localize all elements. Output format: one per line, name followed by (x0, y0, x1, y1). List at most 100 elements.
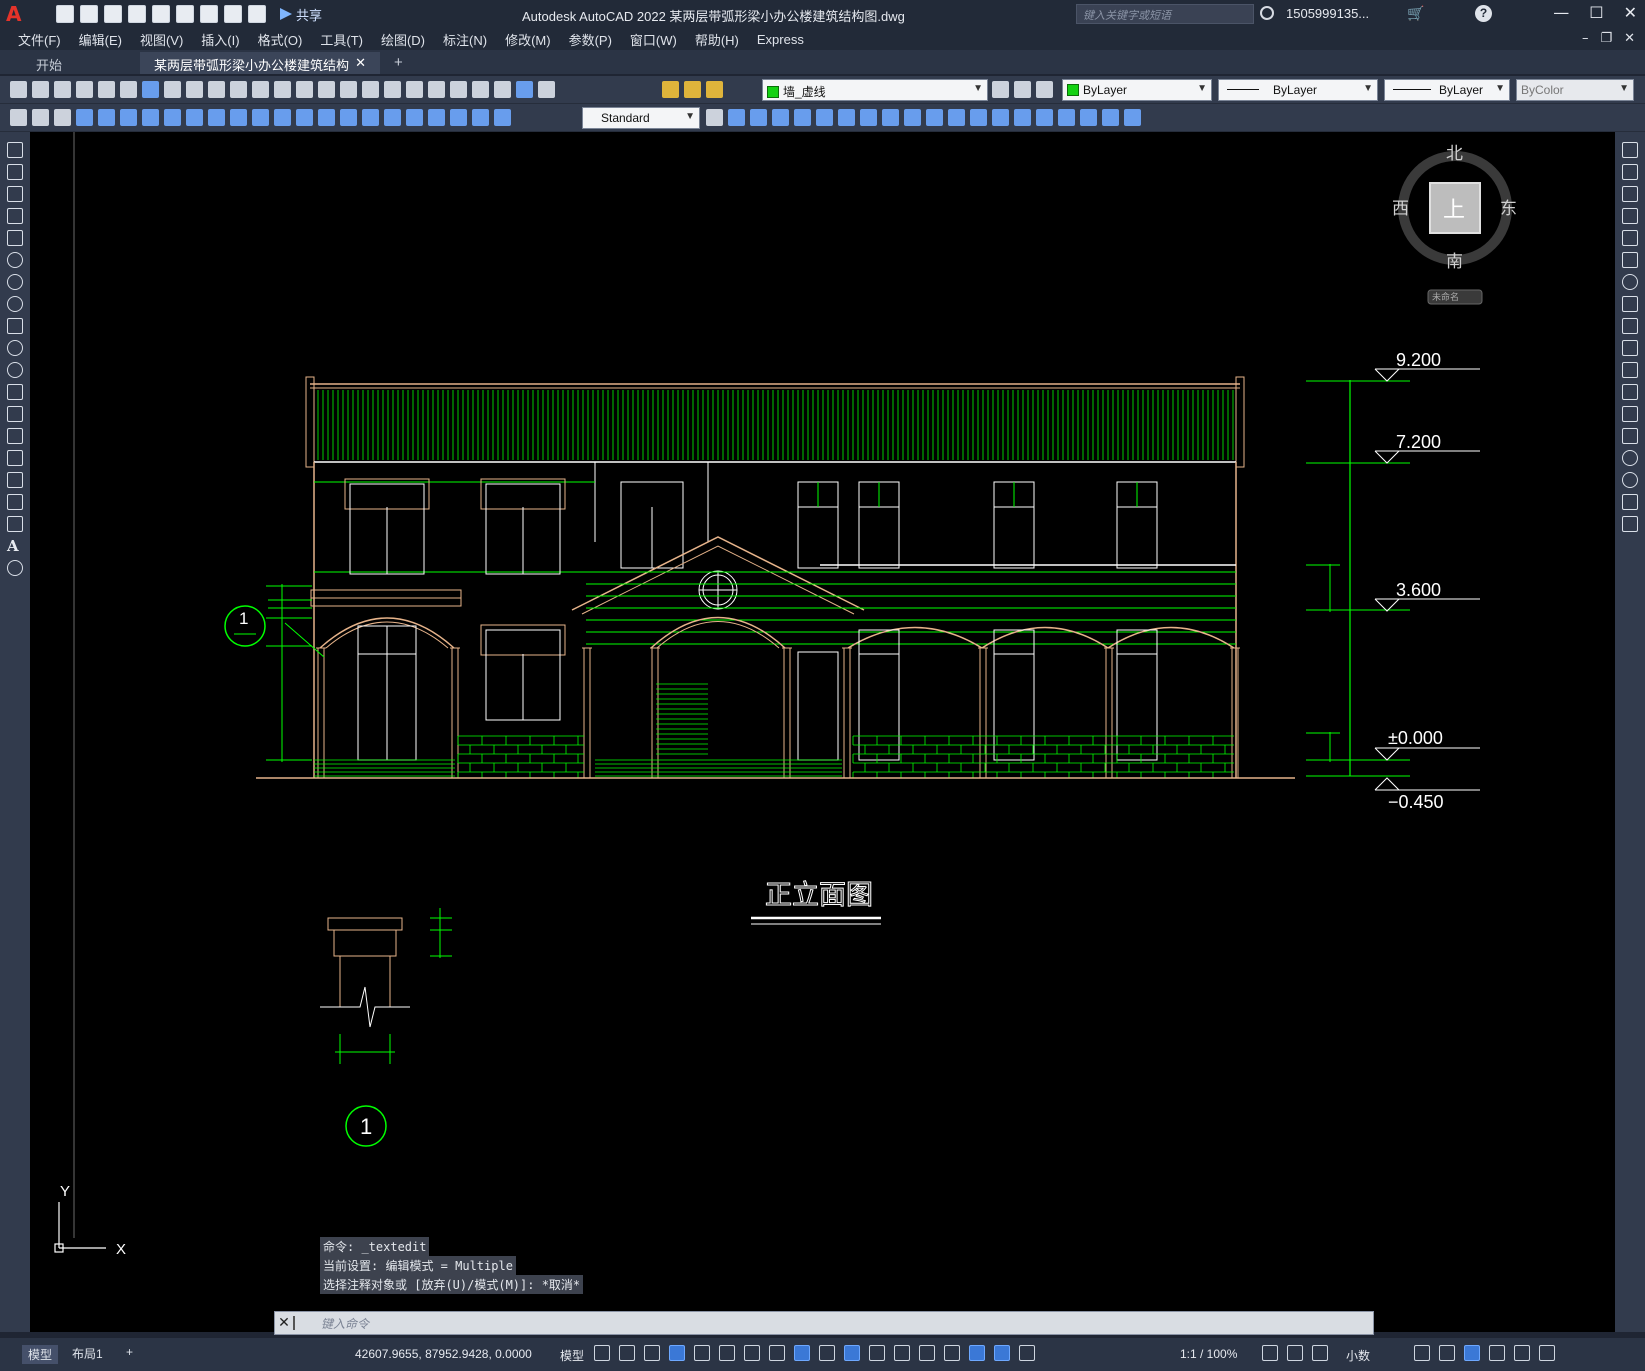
selection-filter-icon[interactable] (944, 1345, 960, 1361)
modify-icon-4[interactable] (794, 109, 811, 126)
mtext-icon[interactable]: A (7, 538, 23, 554)
modify-icon-18[interactable] (1102, 109, 1119, 126)
dim-icon-1[interactable] (10, 109, 27, 126)
color-dropdown[interactable]: ByLayer ▼ (1062, 79, 1212, 101)
annotation-visibility-icon[interactable] (994, 1345, 1010, 1361)
redo-icon[interactable] (248, 5, 266, 23)
inspection-icon[interactable] (406, 109, 423, 126)
ellipse-arc-icon[interactable] (7, 362, 23, 378)
menu-insert[interactable]: 插入(I) (201, 30, 239, 49)
diameter-dim-icon[interactable] (208, 109, 225, 126)
cart-icon[interactable]: 🛒 (1407, 5, 1424, 22)
radius-dim-icon[interactable] (164, 109, 181, 126)
jogged-dim-icon[interactable] (186, 109, 203, 126)
paste-icon[interactable] (208, 81, 225, 98)
quick-dim-icon[interactable] (252, 109, 269, 126)
transparency-icon[interactable] (844, 1345, 860, 1361)
spline-icon[interactable] (7, 318, 23, 334)
maximize-button[interactable]: ☐ (1589, 3, 1603, 22)
modify-icon-8[interactable] (882, 109, 899, 126)
isolate-objects-icon[interactable] (1464, 1345, 1480, 1361)
help-icon[interactable] (516, 81, 533, 98)
close-command-icon[interactable]: ✕ (275, 1315, 293, 1331)
hatch-icon[interactable] (7, 450, 23, 466)
move-icon[interactable] (1622, 252, 1638, 268)
menu-edit[interactable]: 编辑(E) (79, 30, 122, 49)
doc-restore-button[interactable]: ❐ (1600, 31, 1612, 46)
angular-dim-icon[interactable] (230, 109, 247, 126)
command-input[interactable]: 键入命令 (321, 1315, 369, 1332)
trim-icon[interactable] (1622, 340, 1638, 356)
modify-icon-7[interactable] (860, 109, 877, 126)
layer-dropdown[interactable]: 墙_虚线 ▼ (762, 79, 988, 101)
grid-icon[interactable] (594, 1345, 610, 1361)
offset-icon[interactable] (1622, 208, 1638, 224)
print-icon[interactable] (76, 81, 93, 98)
jogged-linear-icon[interactable] (428, 109, 445, 126)
dim-text-edit-icon[interactable] (472, 109, 489, 126)
osnap-tracking-icon[interactable] (769, 1345, 785, 1361)
modify-icon-2[interactable] (750, 109, 767, 126)
linear-dim-icon[interactable] (76, 109, 93, 126)
dim-icon-3[interactable] (54, 109, 71, 126)
3d-osnap-icon[interactable] (894, 1345, 910, 1361)
selection-cycling-icon[interactable] (869, 1345, 885, 1361)
menu-window[interactable]: 窗口(W) (630, 30, 677, 49)
array-icon[interactable] (1622, 230, 1638, 246)
units-icon[interactable] (1312, 1345, 1328, 1361)
customization-icon[interactable] (1539, 1345, 1555, 1361)
dim-icon-2[interactable] (32, 109, 49, 126)
add-layout-button[interactable]: + (126, 1345, 133, 1359)
open-icon[interactable] (32, 81, 49, 98)
extend-icon[interactable] (1622, 362, 1638, 378)
tab-model[interactable]: 模型 (22, 1345, 59, 1364)
modify-icon-3[interactable] (772, 109, 789, 126)
break-point-icon[interactable] (1622, 384, 1638, 400)
save-icon[interactable] (104, 5, 122, 23)
infer-icon[interactable] (644, 1345, 660, 1361)
modify-icon-14[interactable] (1014, 109, 1031, 126)
sun-icon[interactable] (684, 81, 701, 98)
save-web-icon[interactable] (176, 5, 194, 23)
annotation-scale[interactable]: 1:1 / 100% (1180, 1347, 1237, 1361)
zoom-realtime-icon[interactable] (318, 81, 335, 98)
tab-start[interactable]: 开始 (0, 52, 140, 74)
quick-properties-icon[interactable] (1414, 1345, 1430, 1361)
menu-file[interactable]: 文件(F) (18, 30, 61, 49)
snap-icon[interactable] (619, 1345, 635, 1361)
user-account[interactable]: 1505999135... (1286, 6, 1369, 21)
dynamic-ucs-icon[interactable] (919, 1345, 935, 1361)
point-icon[interactable] (7, 428, 23, 444)
wcs-menu[interactable]: 未命名 (1432, 291, 1459, 303)
preview-icon[interactable] (98, 81, 115, 98)
tab-drawing[interactable]: 某两层带弧形梁小办公楼建筑结构图* ✕ (140, 52, 380, 92)
viewcube-east[interactable]: 东 (1500, 199, 1517, 219)
menu-parametric[interactable]: 参数(P) (569, 30, 612, 49)
customize-icon[interactable] (293, 1316, 311, 1330)
tab-close-icon[interactable]: ✕ (355, 55, 366, 71)
lock-icon[interactable] (706, 81, 723, 98)
save-icon[interactable] (54, 81, 71, 98)
model-space-toggle[interactable]: 模型 (560, 1347, 584, 1364)
dim-update-icon[interactable] (494, 109, 511, 126)
share-button[interactable]: 共享 (280, 5, 322, 24)
copy-object-icon[interactable] (1622, 164, 1638, 180)
viewcube-west[interactable]: 西 (1392, 199, 1409, 219)
calculator-icon[interactable] (494, 81, 511, 98)
new-icon[interactable] (10, 81, 27, 98)
modify-icon-11[interactable] (948, 109, 965, 126)
polygon-icon[interactable] (7, 208, 23, 224)
modify-icon-1[interactable] (728, 109, 745, 126)
ellipse-icon[interactable] (7, 340, 23, 356)
workspace-gear-icon[interactable] (1262, 1345, 1278, 1361)
properties-icon[interactable] (384, 81, 401, 98)
continue-dim-icon[interactable] (296, 109, 313, 126)
revcloud-icon[interactable] (7, 296, 23, 312)
tolerance-icon[interactable] (362, 109, 379, 126)
isodraft-icon[interactable] (744, 1345, 760, 1361)
ordinate-dim-icon[interactable] (142, 109, 159, 126)
new-tab-button[interactable]: + (394, 54, 403, 74)
lineweight-icon[interactable] (819, 1345, 835, 1361)
add-selected-icon[interactable] (7, 560, 23, 576)
modify-icon-17[interactable] (1080, 109, 1097, 126)
